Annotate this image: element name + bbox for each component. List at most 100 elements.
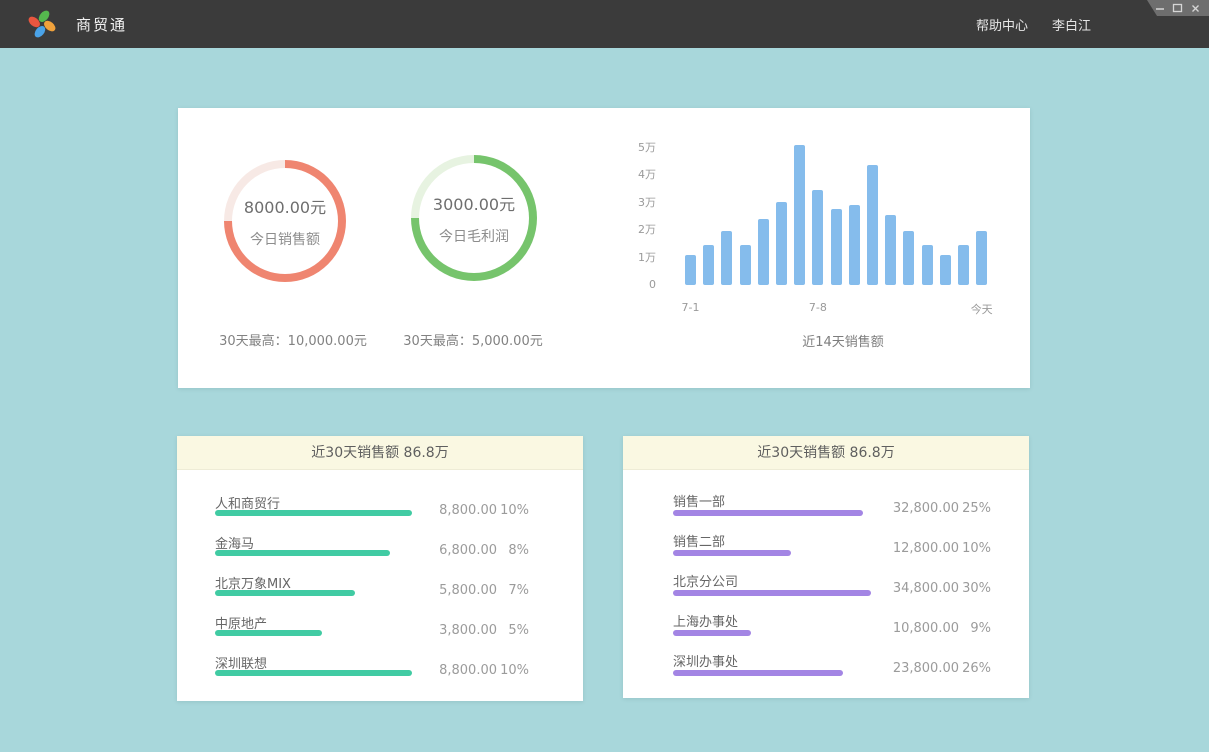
bar-chart-caption: 近14天销售额 bbox=[693, 331, 993, 350]
row-amount: 32,800.00 bbox=[871, 501, 959, 516]
x-axis-tick: 今天 bbox=[952, 301, 1012, 317]
list-item: 深圳办事处 23,800.0026% bbox=[623, 651, 1029, 691]
list-item: 深圳联想8,800.0010% bbox=[177, 653, 583, 693]
row-figures: 6,800.008% bbox=[409, 543, 529, 558]
daily-sales-bar bbox=[976, 231, 987, 285]
daily-sales-bar bbox=[849, 205, 860, 285]
row-figures: 12,800.0010% bbox=[871, 541, 991, 556]
row-amount: 10,800.00 bbox=[871, 621, 959, 636]
list-item: 上海办事处10,800.009% bbox=[623, 611, 1029, 651]
list-item: 人和商贸行8,800.0010% bbox=[177, 493, 583, 533]
y-axis-tick: 4万 bbox=[606, 169, 656, 181]
close-button[interactable] bbox=[1190, 2, 1201, 14]
daily-sales-bar bbox=[831, 209, 842, 285]
row-percent: 10% bbox=[959, 541, 991, 556]
row-progress-bar bbox=[215, 550, 390, 556]
daily-sales-bar bbox=[794, 145, 805, 285]
daily-sales-bar bbox=[776, 202, 787, 285]
row-amount: 6,800.00 bbox=[409, 543, 497, 558]
row-progress-bar bbox=[215, 670, 412, 676]
row-figures: 32,800.0025% bbox=[871, 501, 991, 516]
row-progress-bar bbox=[673, 630, 751, 636]
row-percent: 10% bbox=[497, 663, 529, 678]
x-axis-tick: 7-8 bbox=[788, 301, 848, 314]
row-label: 深圳办事处 bbox=[673, 651, 738, 670]
daily-sales-bar bbox=[958, 245, 969, 285]
x-axis-tick: 7-1 bbox=[661, 301, 721, 314]
daily-sales-bar bbox=[812, 190, 823, 285]
department-sales-list: 销售一部 32,800.0025% 销售二部 12,800.0010% 北京分公司 34,… bbox=[623, 491, 1029, 691]
minimize-icon bbox=[1155, 3, 1165, 13]
department-card-title: 近30天销售额 86.8万 bbox=[623, 436, 1029, 470]
row-percent: 25% bbox=[959, 501, 991, 516]
daily-sales-bar bbox=[922, 245, 933, 285]
list-item: 销售一部 32,800.0025% bbox=[623, 491, 1029, 531]
row-amount: 5,800.00 bbox=[409, 583, 497, 598]
row-progress-bar bbox=[215, 590, 355, 596]
customer-card-title: 近30天销售额 86.8万 bbox=[177, 436, 583, 470]
row-progress-bar bbox=[673, 590, 871, 596]
titlebar-nav: 帮助中心 李白江 bbox=[976, 0, 1091, 48]
daily-sales-bar bbox=[685, 255, 696, 285]
daily-sales-bar bbox=[740, 245, 751, 285]
row-amount: 8,800.00 bbox=[409, 663, 497, 678]
maximize-button[interactable] bbox=[1172, 2, 1183, 14]
row-percent: 9% bbox=[959, 621, 991, 636]
list-item: 销售二部 12,800.0010% bbox=[623, 531, 1029, 571]
user-name-link[interactable]: 李白江 bbox=[1052, 15, 1091, 34]
titlebar: 商贸通 帮助中心 李白江 bbox=[0, 0, 1209, 48]
row-amount: 23,800.00 bbox=[871, 661, 959, 676]
row-progress-bar bbox=[215, 630, 322, 636]
app-logo-icon bbox=[26, 8, 58, 40]
row-label: 销售二部 bbox=[673, 531, 725, 550]
help-center-link[interactable]: 帮助中心 bbox=[976, 15, 1028, 34]
row-progress-bar bbox=[673, 670, 843, 676]
row-label: 北京分公司 bbox=[673, 571, 738, 590]
y-axis-tick: 3万 bbox=[606, 197, 656, 209]
row-figures: 23,800.0026% bbox=[871, 661, 991, 676]
list-item: 中原地产3,800.005% bbox=[177, 613, 583, 653]
daily-sales-bar bbox=[703, 245, 714, 285]
customer-sales-card: 近30天销售额 86.8万 人和商贸行8,800.0010%金海马6,800.0… bbox=[177, 436, 583, 701]
close-icon bbox=[1191, 4, 1200, 13]
row-percent: 7% bbox=[497, 583, 529, 598]
row-progress-bar bbox=[673, 510, 863, 516]
daily-sales-bar bbox=[758, 219, 769, 285]
customer-sales-list: 人和商贸行8,800.0010%金海马6,800.008%北京万象MIX5,80… bbox=[177, 493, 583, 693]
row-amount: 34,800.00 bbox=[871, 581, 959, 596]
row-percent: 30% bbox=[959, 581, 991, 596]
app-title: 商贸通 bbox=[76, 14, 127, 35]
row-progress-bar bbox=[673, 550, 791, 556]
row-figures: 34,800.0030% bbox=[871, 581, 991, 596]
y-axis-tick: 0 bbox=[606, 279, 656, 291]
row-percent: 8% bbox=[497, 543, 529, 558]
row-figures: 10,800.009% bbox=[871, 621, 991, 636]
daily-sales-bar bbox=[867, 165, 878, 285]
row-amount: 8,800.00 bbox=[409, 503, 497, 518]
row-progress-bar bbox=[215, 510, 412, 516]
list-item: 北京万象MIX5,800.007% bbox=[177, 573, 583, 613]
daily-sales-bar bbox=[721, 231, 732, 285]
list-item: 金海马6,800.008% bbox=[177, 533, 583, 573]
today-overview-card: 8000.00元 今日销售额 30天最高：10,000.00元 3000.00元… bbox=[178, 108, 1030, 388]
row-percent: 26% bbox=[959, 661, 991, 676]
maximize-icon bbox=[1172, 3, 1183, 13]
list-item: 北京分公司 34,800.0030% bbox=[623, 571, 1029, 611]
y-axis-tick: 2万 bbox=[606, 224, 656, 236]
row-amount: 3,800.00 bbox=[409, 623, 497, 638]
daily-sales-bar bbox=[903, 231, 914, 285]
daily-sales-bar bbox=[885, 215, 896, 285]
y-axis-tick: 1万 bbox=[606, 252, 656, 264]
y-axis-tick: 5万 bbox=[606, 142, 656, 154]
minimize-button[interactable] bbox=[1154, 2, 1165, 14]
row-percent: 5% bbox=[497, 623, 529, 638]
row-figures: 8,800.0010% bbox=[409, 503, 529, 518]
row-figures: 5,800.007% bbox=[409, 583, 529, 598]
daily-sales-bar bbox=[940, 255, 951, 285]
row-label: 销售一部 bbox=[673, 491, 725, 510]
row-amount: 12,800.00 bbox=[871, 541, 959, 556]
row-figures: 3,800.005% bbox=[409, 623, 529, 638]
row-figures: 8,800.0010% bbox=[409, 663, 529, 678]
row-percent: 10% bbox=[497, 503, 529, 518]
window-controls bbox=[1147, 0, 1209, 16]
